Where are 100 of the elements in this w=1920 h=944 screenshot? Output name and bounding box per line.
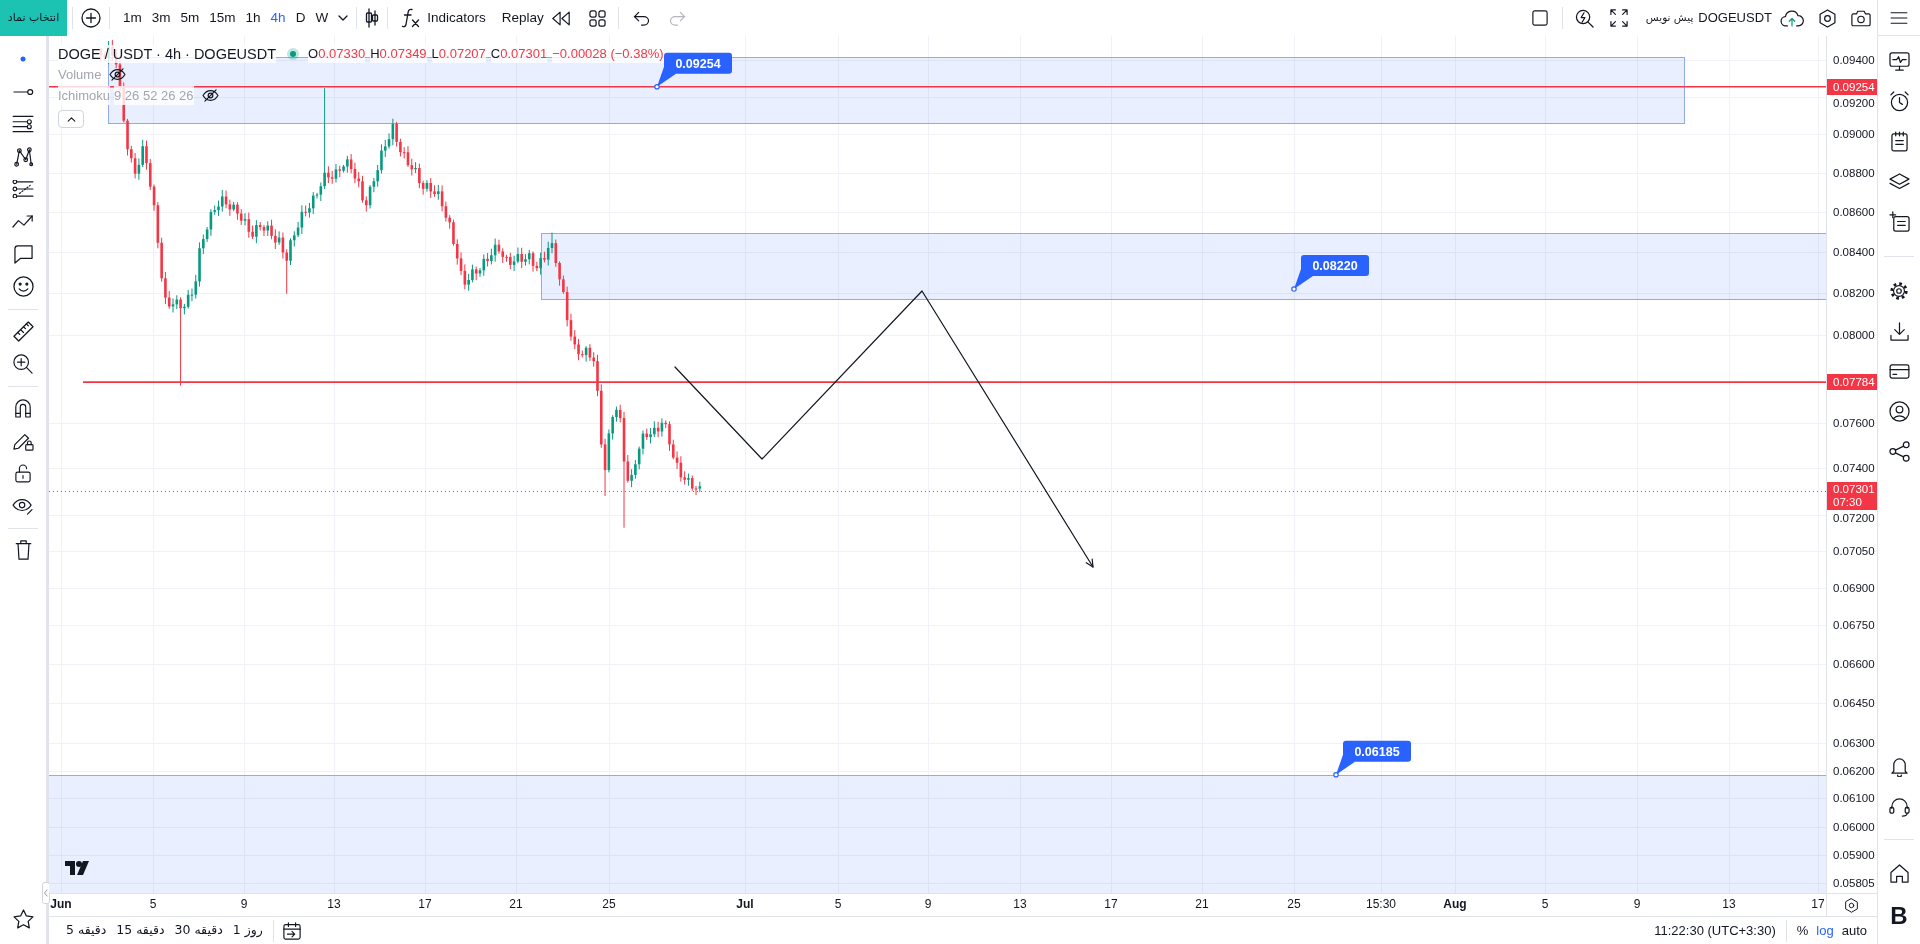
price-axis-label: 0.06600 (1833, 656, 1875, 671)
collapse-handle[interactable] (42, 882, 50, 904)
interval-button[interactable]: 5m (175, 4, 205, 32)
ohlc-value: 0.07330 (318, 43, 366, 64)
time-axis-label: Jul (736, 897, 754, 912)
price-axis-label: 0.06000 (1833, 819, 1875, 834)
layout-name-button[interactable]: DOGEUSDT (1696, 8, 1774, 28)
interval-button[interactable]: D (290, 4, 311, 32)
change-value: −0.00028 (−0.38%) (552, 43, 664, 64)
range-button[interactable]: 30 دقیقه (169, 919, 228, 942)
price-axis-label: 0.08400 (1833, 245, 1875, 260)
price-axis-label: 0.08800 (1833, 165, 1875, 180)
interval-button[interactable]: 1h (240, 4, 266, 32)
time-axis-label: Jun (50, 897, 72, 912)
time-axis-label: 13 (1013, 897, 1027, 912)
last-price-label: 0.07301 (1833, 482, 1876, 496)
replay-button[interactable]: Replay (497, 4, 575, 32)
layers-icon[interactable] (1888, 172, 1910, 190)
flash-search-icon[interactable] (1574, 8, 1594, 28)
price-axis-label: 0.09200 (1833, 95, 1875, 110)
range-button[interactable]: 5 دقیقه (61, 919, 112, 942)
home-icon[interactable] (1889, 863, 1909, 883)
unlock-icon[interactable] (15, 463, 31, 484)
axis-settings-icon[interactable] (1844, 897, 1859, 913)
time-axis-label: 25 (1287, 897, 1301, 912)
price-axis-label: 0.06300 (1833, 736, 1875, 751)
calendar-arrow-icon[interactable] (282, 921, 301, 940)
fullscreen-icon[interactable] (1609, 9, 1628, 27)
plus-circle-icon[interactable] (81, 8, 101, 28)
countdown-label: 07:30 (1833, 495, 1863, 509)
interval-button[interactable]: 1m (118, 4, 147, 32)
menu-icon[interactable] (1890, 10, 1908, 25)
price-axis-label: 0.07200 (1833, 510, 1875, 525)
callout-icon[interactable] (13, 244, 33, 264)
time-axis-label: 13 (327, 897, 341, 912)
time-axis-label: 13 (1722, 897, 1736, 912)
price-axis-label: 0.06450 (1833, 696, 1875, 711)
smiley-icon[interactable] (12, 276, 34, 298)
fib-lines-icon[interactable] (12, 115, 34, 134)
price-axis-label: 0.07050 (1833, 544, 1875, 559)
indicators-button[interactable]: Indicators (396, 4, 490, 32)
line-tool-icon[interactable] (12, 87, 34, 96)
range-button[interactable]: 15 دقیقه (111, 919, 170, 942)
interval-button[interactable]: 15m (204, 4, 241, 32)
card-icon[interactable] (1888, 363, 1910, 379)
range-button[interactable]: 1 روز (227, 919, 268, 942)
scale-option-button[interactable]: auto (1837, 919, 1871, 942)
eye-brush-icon[interactable] (12, 496, 34, 515)
settings-icon[interactable] (1818, 8, 1837, 28)
function-icon (400, 8, 421, 28)
magnet-icon[interactable] (14, 398, 32, 419)
candlestick-icon[interactable] (365, 8, 380, 28)
interval-button[interactable]: W (310, 4, 334, 32)
bell-icon[interactable] (1889, 755, 1909, 777)
scale-option-button[interactable]: log (1812, 919, 1838, 942)
ohlc-value: 0.07301 (500, 43, 548, 64)
price-axis-label: 0.07600 (1833, 415, 1875, 430)
scale-option-button[interactable]: % (1792, 919, 1813, 942)
symbol-search-button[interactable]: انتخاب نماد (0, 0, 67, 36)
headset-icon[interactable] (1888, 795, 1910, 817)
gear-icon[interactable] (1889, 281, 1909, 301)
star-icon[interactable] (12, 909, 34, 931)
price-axis-label: 0.09400 (1833, 53, 1875, 67)
caret-icon[interactable] (338, 15, 349, 21)
logo-letter-button[interactable]: B (1890, 903, 1908, 929)
camera-icon[interactable] (1851, 9, 1871, 27)
interval-button[interactable]: 4h (265, 4, 291, 32)
time-axis-label: 5 (149, 897, 157, 912)
collapse-legend-button[interactable] (58, 110, 84, 128)
dot-icon[interactable] (20, 56, 26, 63)
price-axis-label: 0.09000 (1833, 127, 1875, 142)
time-axis-label: 5 (834, 897, 842, 912)
pattern-icon[interactable] (13, 146, 33, 167)
alarm-clock-icon[interactable] (1888, 90, 1910, 112)
download-icon[interactable] (1889, 321, 1909, 341)
notepad-icon[interactable] (1890, 130, 1908, 152)
eye-crossed-icon[interactable] (109, 68, 127, 81)
share-icon[interactable] (1888, 440, 1910, 462)
user-circle-icon[interactable] (1888, 400, 1910, 422)
zigzag-arrow-icon[interactable] (12, 214, 34, 230)
square-icon[interactable] (1531, 10, 1548, 26)
monitor-pulse-icon[interactable] (1888, 51, 1910, 71)
time-axis-label: 15:30 (1366, 897, 1396, 912)
horizontal-line[interactable] (49, 85, 1826, 88)
price-axis-label: 0.08000 (1833, 328, 1875, 343)
interval-button[interactable]: 3m (146, 4, 176, 32)
status-dot-icon (287, 47, 300, 60)
eye-crossed-icon[interactable] (201, 89, 219, 102)
ruler-icon[interactable] (12, 320, 34, 342)
trash-icon[interactable] (14, 540, 32, 561)
zoom-in-icon[interactable] (13, 353, 33, 374)
price-axis-label: 0.07400 (1833, 461, 1875, 476)
parallel-lines-icon[interactable] (12, 180, 34, 199)
price-axis-label: 0.06200 (1833, 763, 1875, 778)
add-list-icon[interactable] (1888, 210, 1910, 232)
cloud-upload-icon[interactable] (1780, 9, 1804, 27)
logo-icon[interactable] (65, 861, 89, 875)
undo-icon[interactable] (632, 10, 650, 26)
layout-grid-icon[interactable] (588, 9, 606, 27)
replay-icon (550, 10, 571, 26)
